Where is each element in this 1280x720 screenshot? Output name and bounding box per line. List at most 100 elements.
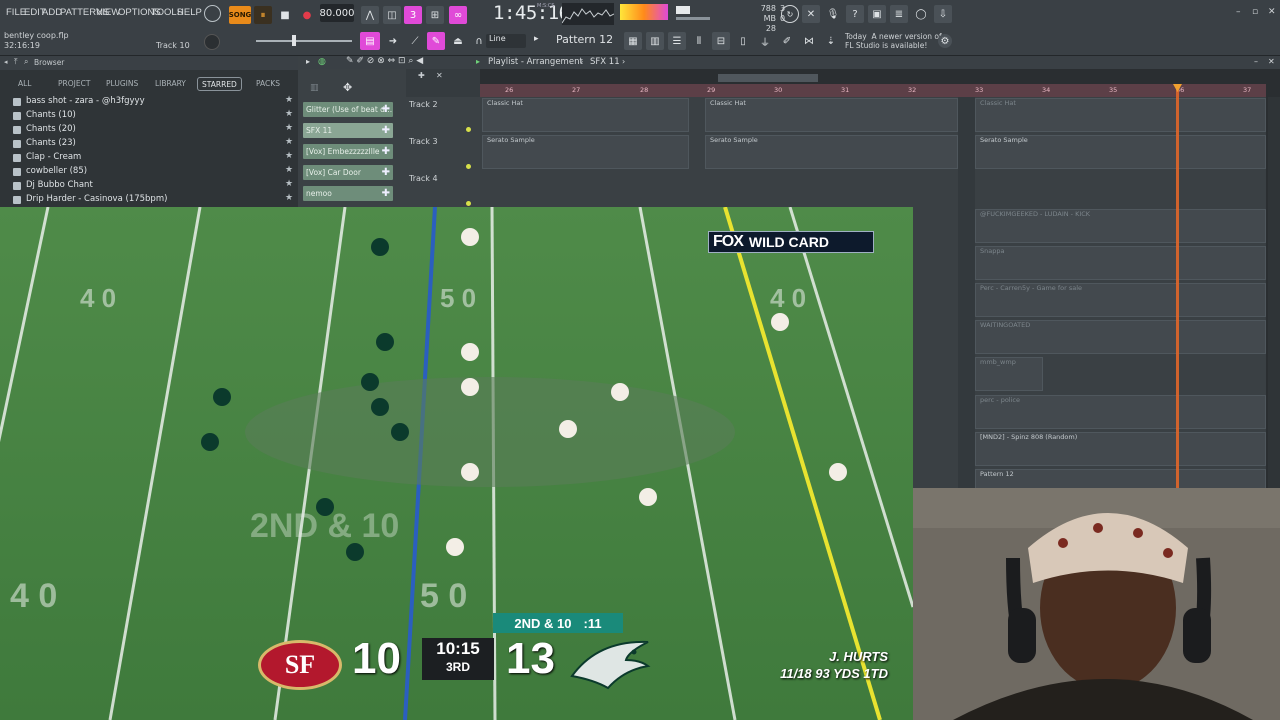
add-icon[interactable]: ✚ [382, 144, 390, 159]
paint-icon[interactable]: ⟋ [406, 32, 424, 50]
browser-tab-library[interactable]: LIBRARY [155, 77, 186, 91]
playlist-arrow-icon[interactable]: ▸ [476, 57, 480, 66]
browser-item[interactable]: Chants (23) ★ [0, 137, 298, 151]
browser-tab-project[interactable]: PROJECT [58, 77, 90, 91]
microphone-icon[interactable]: 🎙 [824, 5, 842, 23]
playlist-clip[interactable]: Snappa [975, 246, 1266, 280]
stamp-icon[interactable]: ⏏ [449, 32, 467, 50]
playlist-minimize-icon[interactable]: – [1254, 57, 1258, 66]
star-icon[interactable]: ★ [285, 137, 293, 147]
cable-icon[interactable]: ⋈ [800, 32, 818, 50]
playlist-clip[interactable]: Classic Hat [975, 98, 1266, 132]
track-led[interactable] [466, 127, 471, 132]
plug-icon[interactable]: ⏚ [756, 32, 774, 50]
star-icon[interactable]: ★ [285, 165, 293, 175]
pause-button[interactable]: ⏸ [254, 6, 272, 24]
download-icon[interactable]: ⇩ [934, 5, 952, 23]
star-icon[interactable]: ★ [285, 123, 293, 133]
playlist-clip[interactable]: Classic Hat [705, 98, 958, 132]
picker-grid-icon[interactable]: ▥ [310, 83, 319, 93]
playhead[interactable] [1176, 84, 1179, 520]
picker-item[interactable]: Glitter (Use of beat d... ✚ [303, 102, 393, 117]
star-icon[interactable]: ★ [285, 95, 293, 105]
channel-rack-icon[interactable]: ☰ [668, 32, 686, 50]
browser-tab-packs[interactable]: PACKS [256, 77, 280, 91]
news-panel[interactable]: Today A newer version of FL Studio is av… [845, 32, 942, 50]
add-icon[interactable]: ✚ [382, 186, 390, 201]
playlist-clip[interactable]: Perc - Carren5y - Game for sale [975, 283, 1266, 317]
track-led[interactable] [466, 164, 471, 169]
browser-collapse-icon[interactable]: ◂ [4, 58, 8, 66]
playlist-clip[interactable]: Classic Hat [482, 98, 689, 132]
loop-record-button[interactable]: ∞ [449, 6, 467, 24]
playlist-clip[interactable]: [MND2] - Spinz 808 (Random) [975, 432, 1266, 466]
browser-tab-all[interactable]: ALL [18, 77, 32, 91]
zoom-fit-icon[interactable]: ✕ [436, 71, 443, 80]
news-icon[interactable]: ⚙ [938, 34, 952, 48]
main-pitch-knob[interactable] [204, 5, 221, 22]
picker-move-icon[interactable]: ✥ [343, 81, 352, 94]
next-button[interactable]: ➜ [384, 32, 402, 50]
browser-item[interactable]: Chants (10) ★ [0, 109, 298, 123]
playlist-play-icon[interactable]: ▸ [306, 57, 310, 66]
countdown-button[interactable]: 3 [404, 6, 422, 24]
star-icon[interactable]: ★ [285, 151, 293, 161]
playlist-clip[interactable]: mmb_wmp [975, 357, 1043, 391]
draw-tool-icons[interactable]: ✎ ✐ ⊘ ⊗ ⇔ ⊡ ⌕ ◀ [346, 56, 423, 66]
horizontal-scrollbar[interactable] [718, 74, 818, 82]
star-icon[interactable]: ★ [285, 179, 293, 189]
brush-icon[interactable]: ✐ [778, 32, 796, 50]
pattern-selector[interactable]: Pattern 12 [556, 33, 620, 49]
record-button[interactable]: ● [298, 6, 316, 24]
help-icon[interactable]: ? [846, 5, 864, 23]
browser-pin-icon[interactable]: ⤒ [14, 57, 18, 67]
track-led[interactable] [466, 201, 471, 206]
playlist-clip[interactable]: Serato Sample [705, 135, 958, 169]
star-icon[interactable]: ★ [285, 109, 293, 119]
step-edit-button[interactable]: ⊞ [426, 6, 444, 24]
mixer-window-icon[interactable]: ⫴ [690, 32, 708, 50]
playlist-clip[interactable]: Serato Sample [482, 135, 689, 169]
picker-item[interactable]: [Vox] Embezzzzzllle ✚ [303, 144, 393, 159]
playlist-timeline[interactable] [480, 84, 1266, 97]
browser-search-icon[interactable]: ⌕ [24, 57, 28, 67]
playlist-clip[interactable]: perc - police [975, 395, 1266, 429]
compact-icon[interactable]: ✕ [802, 5, 820, 23]
track-name[interactable]: Track 3 [409, 137, 438, 146]
chat-icon[interactable]: ◯ [912, 5, 930, 23]
pencil-icon[interactable]: ✎ [427, 32, 445, 50]
track-name[interactable]: Track 4 [409, 174, 438, 183]
song-mode-toggle[interactable]: SONG [229, 6, 251, 24]
browser-item[interactable]: Chants (20) ★ [0, 123, 298, 137]
add-icon[interactable]: ✚ [382, 165, 390, 180]
browser-item[interactable]: cowbeller (85) ★ [0, 165, 298, 179]
maximize-icon[interactable]: ▫ [1252, 7, 1258, 17]
star-icon[interactable]: ★ [285, 193, 293, 203]
add-icon[interactable]: ✚ [382, 102, 390, 117]
minimize-icon[interactable]: – [1236, 7, 1241, 17]
close-icon[interactable]: ✕ [1268, 7, 1276, 17]
cpu-refresh-icon[interactable]: ↻ [781, 5, 799, 23]
plugin-picker-icon[interactable]: ▯ [734, 32, 752, 50]
metronome-button[interactable]: ⋀ [361, 6, 379, 24]
download-cloud-icon[interactable]: ⇣ [822, 32, 840, 50]
playlist-clip[interactable]: @FUCKIMGEEKED - LUDAIN - KICK [975, 209, 1266, 243]
mixer-icon[interactable]: ≣ [890, 5, 908, 23]
step-mode-button[interactable]: ▤ [360, 32, 380, 50]
add-icon[interactable]: ✚ [382, 123, 390, 138]
piano-roll-icon[interactable]: ▥ [646, 32, 664, 50]
playlist-close-icon[interactable]: ✕ [1268, 57, 1275, 66]
picker-item[interactable]: [Vox] Car Door ✚ [303, 165, 393, 180]
pattern-arrow-icon[interactable]: ▸ [534, 34, 539, 44]
playlist-clip[interactable]: WAITINGOATED [975, 320, 1266, 354]
stop-button[interactable]: ■ [276, 6, 294, 24]
browser-tab-plugins[interactable]: PLUGINS [106, 77, 138, 91]
tempo-display[interactable]: 80.000 [320, 4, 355, 22]
browser-item[interactable]: Clap - Cream ★ [0, 151, 298, 165]
master-volume-knob[interactable] [204, 34, 220, 50]
wait-for-input-button[interactable]: ◫ [383, 6, 401, 24]
browser-item[interactable]: Drip Harder - Casinova (175bpm) ★ [0, 193, 298, 207]
picker-item[interactable]: nemoo ✚ [303, 186, 393, 201]
picker-item[interactable]: SFX 11 ✚ [303, 123, 393, 138]
save-icon[interactable]: ▣ [868, 5, 886, 23]
